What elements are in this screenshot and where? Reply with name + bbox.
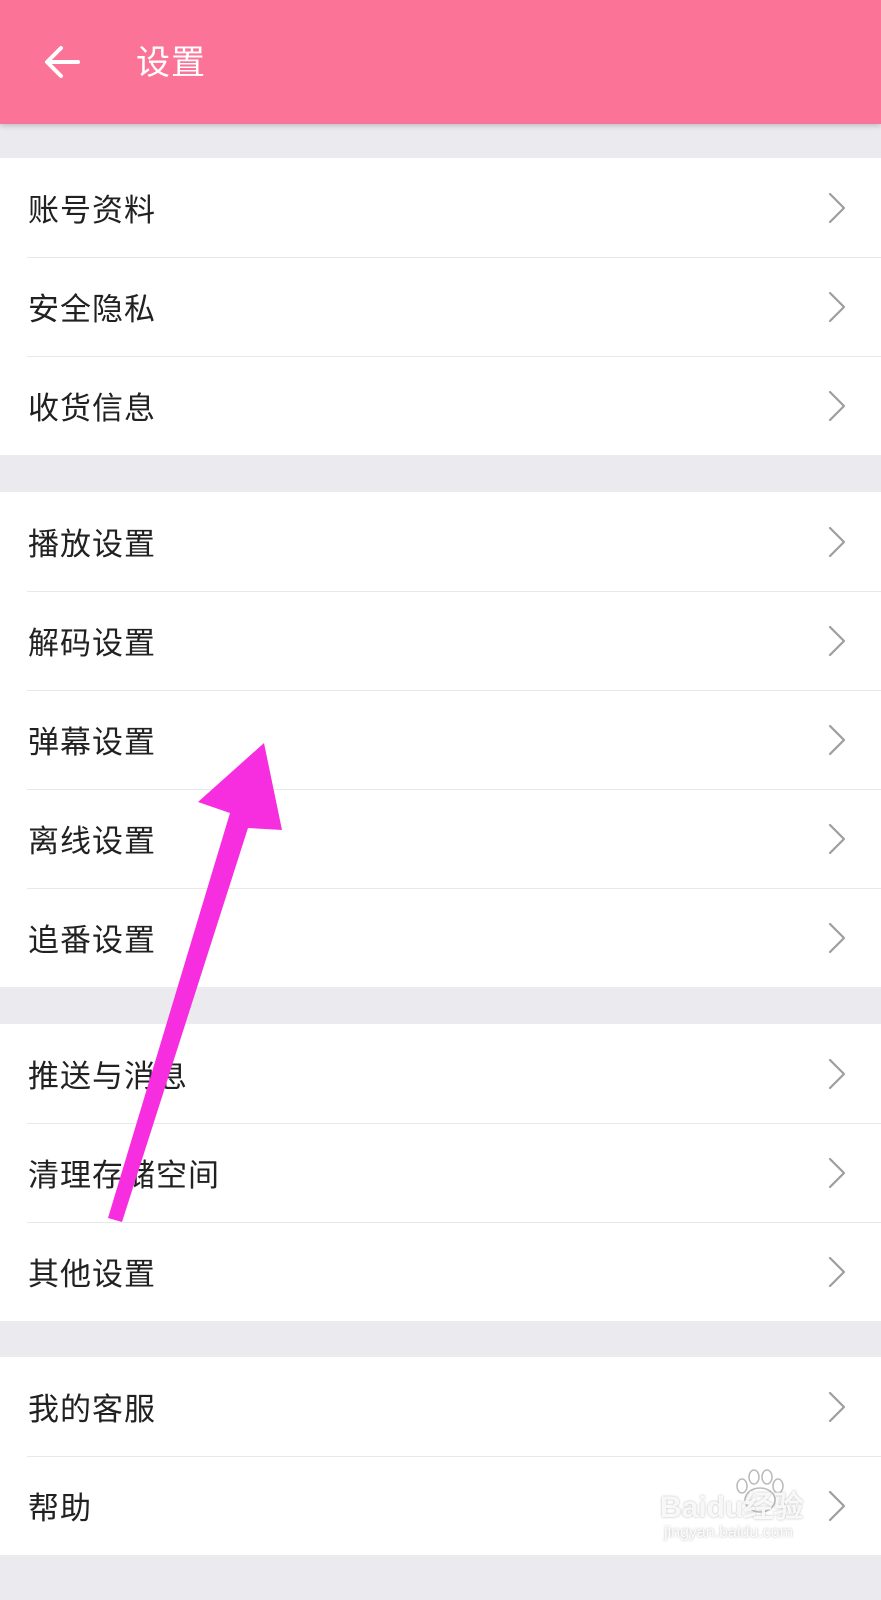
settings-row-clear-storage[interactable]: 清理存储空间 — [0, 1123, 881, 1222]
row-label: 帮助 — [28, 1491, 92, 1527]
settings-group-playback: 播放设置 解码设置 弹幕设置 离线设置 追番设置 — [0, 492, 881, 987]
arrow-left-icon — [45, 46, 80, 78]
chevron-right-icon — [828, 1157, 846, 1188]
row-label: 清理存储空间 — [28, 1158, 220, 1194]
settings-row-decoding[interactable]: 解码设置 — [0, 591, 881, 690]
settings-row-shipping-info[interactable]: 收货信息 — [0, 356, 881, 455]
row-label: 弹幕设置 — [28, 725, 156, 761]
row-label: 离线设置 — [28, 824, 156, 860]
settings-group-system: 推送与消息 清理存储空间 其他设置 — [0, 1024, 881, 1321]
row-label: 安全隐私 — [28, 292, 156, 328]
row-label: 其他设置 — [28, 1257, 156, 1293]
page-title: 设置 — [136, 43, 206, 83]
settings-group-support: 我的客服 帮助 — [0, 1357, 881, 1555]
settings-row-other[interactable]: 其他设置 — [0, 1222, 881, 1321]
row-label: 追番设置 — [28, 923, 156, 959]
settings-row-danmaku[interactable]: 弹幕设置 — [0, 690, 881, 789]
chevron-right-icon — [828, 390, 846, 421]
row-label: 账号资料 — [28, 193, 156, 229]
settings-row-offline[interactable]: 离线设置 — [0, 789, 881, 888]
row-label: 我的客服 — [28, 1392, 156, 1428]
settings-row-account-profile[interactable]: 账号资料 — [0, 158, 881, 257]
row-label: 收货信息 — [28, 391, 156, 427]
back-button[interactable] — [38, 38, 86, 86]
chevron-right-icon — [828, 526, 846, 557]
settings-group-account: 账号资料 安全隐私 收货信息 — [0, 158, 881, 455]
row-label: 解码设置 — [28, 626, 156, 662]
chevron-right-icon — [828, 625, 846, 656]
chevron-right-icon — [828, 192, 846, 223]
row-label: 推送与消息 — [28, 1059, 188, 1095]
settings-row-push-messages[interactable]: 推送与消息 — [0, 1024, 881, 1123]
settings-row-playback[interactable]: 播放设置 — [0, 492, 881, 591]
settings-row-anime-follow[interactable]: 追番设置 — [0, 888, 881, 987]
chevron-right-icon — [828, 1490, 846, 1521]
chevron-right-icon — [828, 823, 846, 854]
settings-row-customer-service[interactable]: 我的客服 — [0, 1357, 881, 1456]
chevron-right-icon — [828, 1256, 846, 1287]
chevron-right-icon — [828, 291, 846, 322]
app-bar: 设置 — [0, 0, 881, 124]
settings-row-help[interactable]: 帮助 — [0, 1456, 881, 1555]
chevron-right-icon — [828, 724, 846, 755]
chevron-right-icon — [828, 922, 846, 953]
row-label: 播放设置 — [28, 527, 156, 563]
chevron-right-icon — [828, 1391, 846, 1422]
chevron-right-icon — [828, 1058, 846, 1089]
settings-row-security-privacy[interactable]: 安全隐私 — [0, 257, 881, 356]
